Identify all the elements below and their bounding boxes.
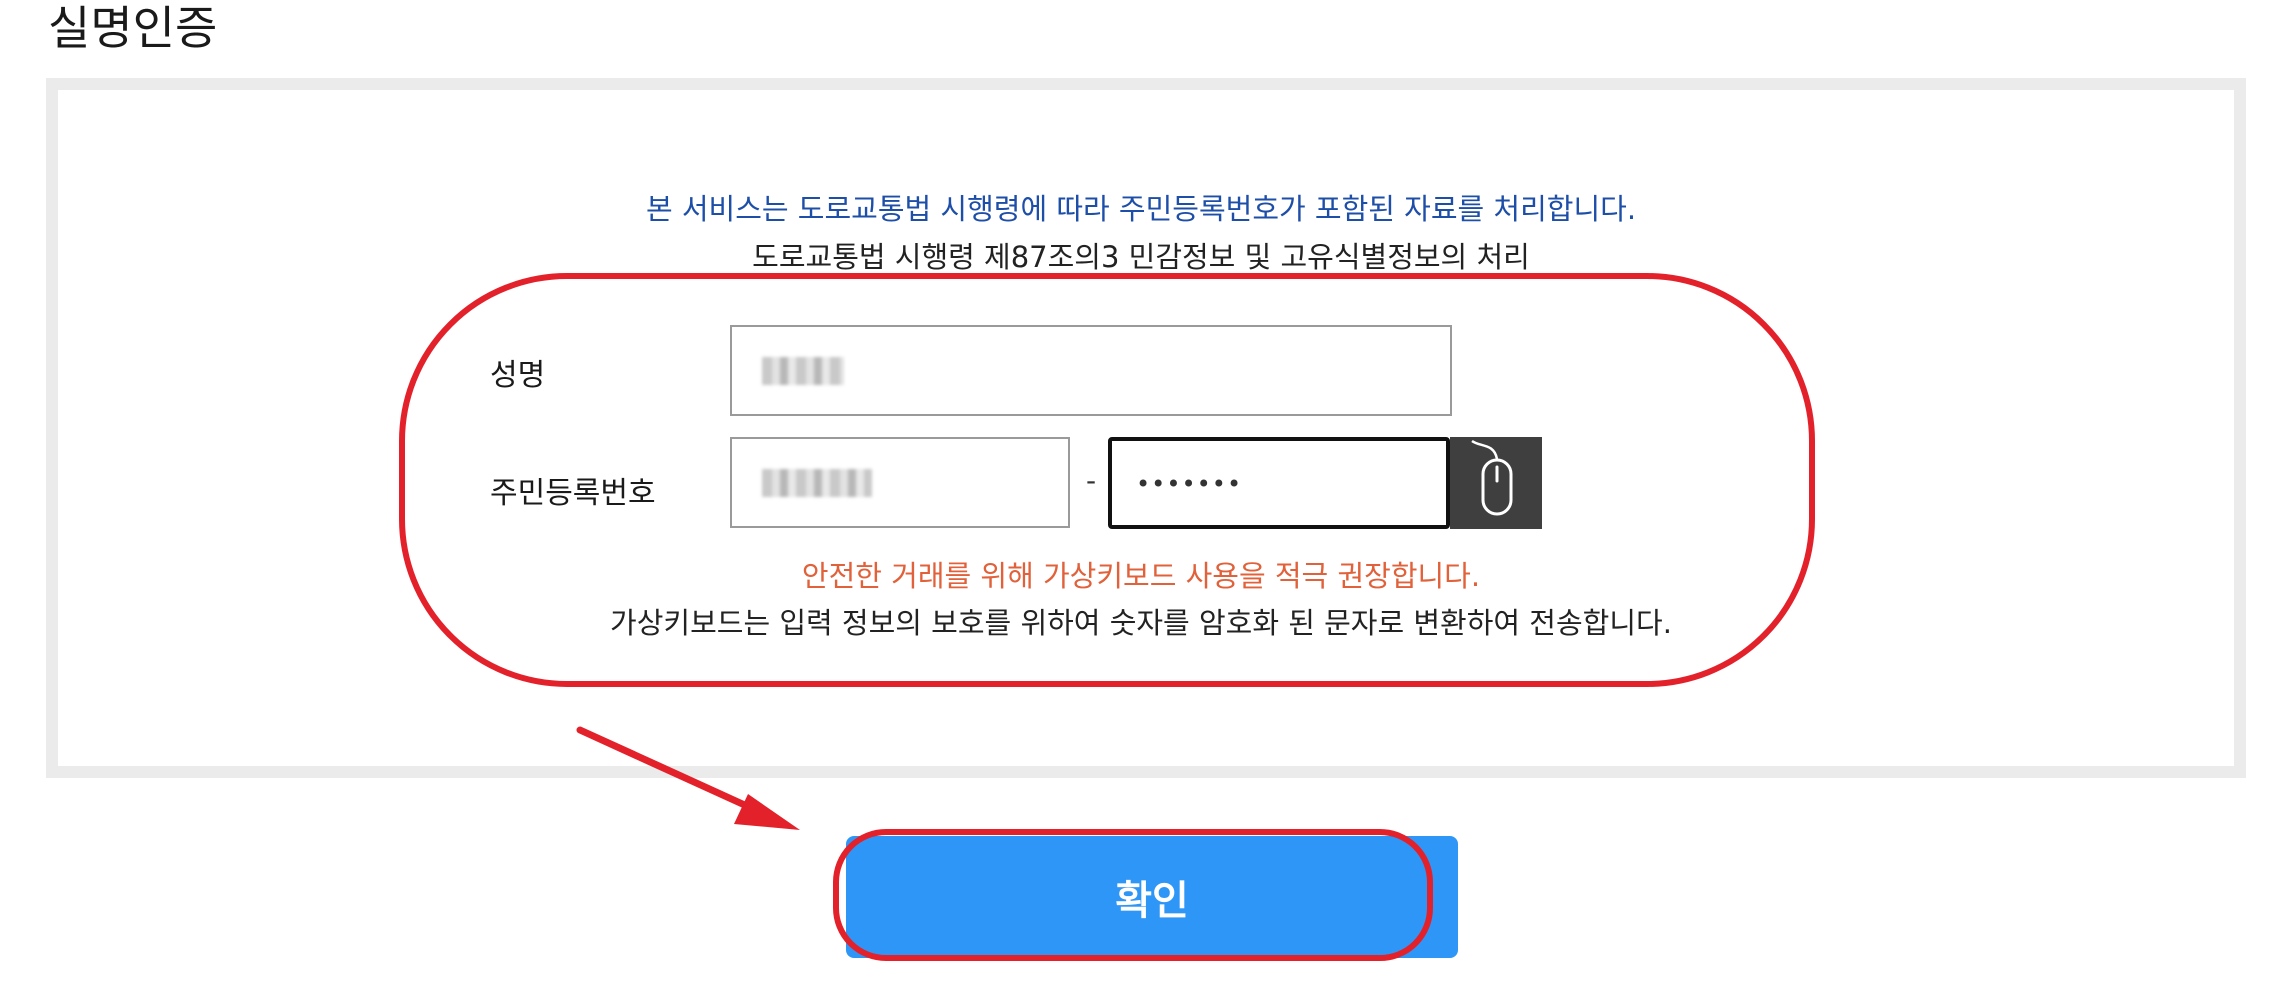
service-notice: 본 서비스는 도로교통법 시행령에 따라 주민등록번호가 포함된 자료를 처리합…: [645, 192, 1637, 226]
virtual-keyboard-info: 가상키보드는 입력 정보의 보호를 위하여 숫자를 암호화 된 문자로 변환하여…: [610, 606, 1672, 640]
rrn-label: 주민등록번호: [490, 476, 656, 511]
annotation-arrow-head: [734, 794, 800, 830]
page-title: 실명인증: [48, 1, 218, 55]
rrn-separator: -: [1086, 464, 1097, 497]
rrn-back-input[interactable]: •••••••: [1108, 437, 1450, 529]
confirm-button[interactable]: 확인: [846, 836, 1458, 958]
rrn-back-masked-value: •••••••: [1136, 470, 1243, 498]
name-label: 성명: [490, 358, 546, 393]
name-input[interactable]: [730, 325, 1452, 416]
virtual-keyboard-recommendation: 안전한 거래를 위해 가상키보드 사용을 적극 권장합니다.: [801, 559, 1481, 593]
legal-basis-notice: 도로교통법 시행령 제87조의3 민감정보 및 고유식별정보의 처리: [752, 240, 1530, 274]
rrn-front-blurred-value: [762, 469, 872, 497]
verification-panel: [46, 78, 2246, 778]
name-input-blurred-value: [762, 357, 844, 385]
mouse-icon: [1471, 439, 1513, 516]
virtual-keyboard-button[interactable]: [1450, 437, 1542, 529]
rrn-front-input[interactable]: [730, 437, 1070, 528]
page: 실명인증 본 서비스는 도로교통법 시행령에 따라 주민등록번호가 포함된 자료…: [0, 0, 2282, 990]
